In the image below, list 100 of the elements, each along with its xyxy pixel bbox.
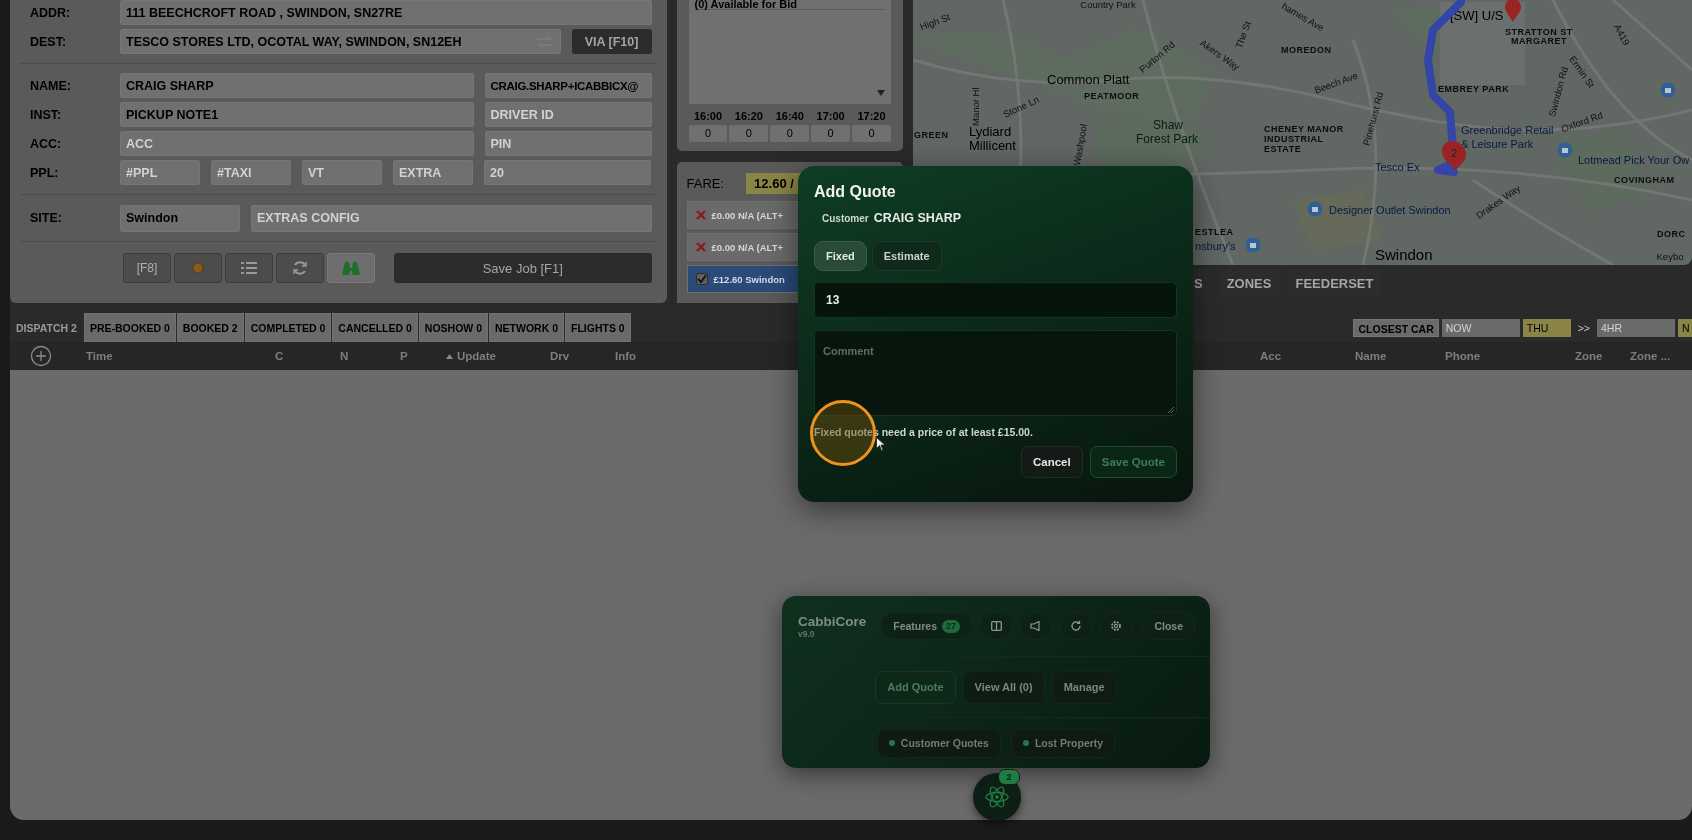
map-label: Forest Park [1136,131,1198,146]
status-tab[interactable]: CANCELLED 0 [332,313,418,342]
module-toggle[interactable]: Customer Quotes [876,728,1001,758]
map-label: Stone Ln [1001,93,1041,120]
record-button[interactable] [174,253,222,283]
time-filter-field[interactable]: 4HR [1597,318,1675,337]
features-button[interactable]: Features 27 [880,612,974,640]
column-header[interactable]: P [400,350,408,362]
place-marker-icon [1307,201,1323,217]
day-filter-field[interactable]: N [1678,318,1692,337]
slot-count: 0 [811,125,851,142]
column-header[interactable]: N [340,350,349,362]
extras-config-field[interactable]: EXTRAS CONFIG [251,204,652,232]
comment-field[interactable]: Comment [814,330,1177,416]
site-field[interactable]: Swindon [120,204,240,232]
slot-count: 0 [852,125,891,142]
map-label: EMBREY PARK [1438,84,1511,94]
quote-type-tab[interactable]: Fixed [814,241,867,271]
map-label: Keybo [1656,251,1684,263]
field-label: NAME: [30,78,72,93]
status-tab[interactable]: COMPLETED 0 [244,313,332,342]
module-toggle[interactable]: Lost Property [1010,728,1116,758]
columns-icon [990,621,1002,631]
place-marker-icon [1660,82,1676,98]
dialog-title: Add Quote [814,183,897,201]
map-label: Washpool [1070,123,1090,167]
status-tab[interactable]: NETWORK 0 [489,313,565,342]
fare-value: 12.60 / [746,172,802,194]
address-field[interactable]: 111 BEECHCROFT ROAD , SWINDON, SN27RE [120,0,652,25]
via-button[interactable]: VIA [F10] [571,29,652,54]
destination-field[interactable]: TESCO STORES LTD, OCOTAL WAY, SWINDON, SN12EH [120,29,561,54]
map-label: nsbury's [1195,240,1236,253]
field-label: INST: [30,107,63,122]
column-header[interactable]: Name [1355,350,1387,362]
quote-action-button[interactable]: Add Quote [875,670,956,704]
map-label: Shaw [1153,117,1184,132]
map-label: MOREDON [1281,45,1333,55]
map-label: Common Platt [1047,72,1130,87]
map-label: A419 [1611,22,1633,48]
panel-button[interactable] [979,612,1014,640]
quote-action-button[interactable]: View All (0) [962,670,1045,704]
add-icon[interactable] [30,345,52,367]
f8-button[interactable]: [F8] [123,253,171,283]
field-label: ACC: [30,136,63,151]
quote-action-button[interactable]: Manage [1051,670,1117,704]
save-job-button[interactable]: Save Job [F1] [394,253,652,283]
refresh-button[interactable] [1059,612,1094,640]
panel-title: CabbiCore [798,613,867,629]
driver-id-field[interactable]: DRIVER ID [484,102,652,127]
binoculars-icon [341,260,361,276]
settings-button[interactable] [1099,612,1134,640]
map-label: STRATTON ST [1505,27,1574,37]
column-header[interactable]: Drv [550,350,570,362]
passenger-field[interactable]: #PPL [120,160,200,185]
passenger-field[interactable]: VT [302,160,382,185]
version-label: v9.0 [798,628,816,639]
cancel-button[interactable]: Cancel [1021,446,1083,478]
status-tab[interactable]: NOSHOW 0 [418,313,489,342]
instructions-field[interactable]: PICKUP NOTE1 [120,102,474,127]
map-label: The St [1233,19,1253,50]
day-filter-field[interactable]: THU [1522,318,1571,337]
status-tab[interactable]: PRE-BOOKED 0 [83,313,176,342]
name-field[interactable]: CRAIG SHARP [120,73,474,98]
column-header[interactable]: Acc [1260,350,1282,362]
column-header[interactable]: Phone [1445,350,1481,362]
range-separator: >> [1576,320,1591,336]
email-field[interactable]: CRAIG.SHARP+ICABBICX@ [484,73,652,98]
price-input[interactable]: 13 [814,282,1177,318]
passenger-field[interactable]: #TAXI [211,160,291,185]
count-field[interactable]: 20 [484,160,651,185]
column-header[interactable]: Update [457,350,496,362]
pin-field[interactable]: PIN [484,131,652,156]
time-slot-label: 16:40 [775,110,804,122]
time-slot-label: 17:00 [816,110,845,122]
passenger-field[interactable]: EXTRA [393,160,473,185]
account-field[interactable]: ACC [120,131,474,156]
resize-handle-icon[interactable] [1168,407,1174,413]
settings-icon [1110,620,1123,632]
refresh-icon [292,260,308,276]
time-slot-label: 16:20 [734,110,763,122]
list-button[interactable] [225,253,273,283]
column-header[interactable]: Zone [1575,350,1603,362]
close-button[interactable]: Close [1141,612,1196,640]
quote-type-tab[interactable]: Estimate [871,241,942,271]
time-filter-field[interactable]: NOW [1441,318,1520,337]
scroll-down-icon[interactable] [877,90,885,96]
column-header[interactable]: C [275,350,284,362]
bid-list-header: (0) Available for Bid [694,0,885,10]
column-header[interactable]: Time [86,350,113,362]
map-pin-icon [1505,0,1521,22]
map-label: PEATMOOR [1084,91,1141,101]
refresh-button[interactable] [276,253,324,283]
column-header[interactable]: Zone ... [1630,350,1671,362]
closest-car-button[interactable]: CLOSEST CAR [1353,318,1439,337]
fare-label: FARE: [686,175,725,191]
map-label: DORC [1657,229,1687,239]
column-header[interactable]: Info [615,350,637,362]
megaphone-button[interactable] [1019,612,1054,640]
status-tab[interactable]: FLIGHTS 0 [565,313,631,342]
status-tab[interactable]: BOOKED 2 [176,313,244,342]
